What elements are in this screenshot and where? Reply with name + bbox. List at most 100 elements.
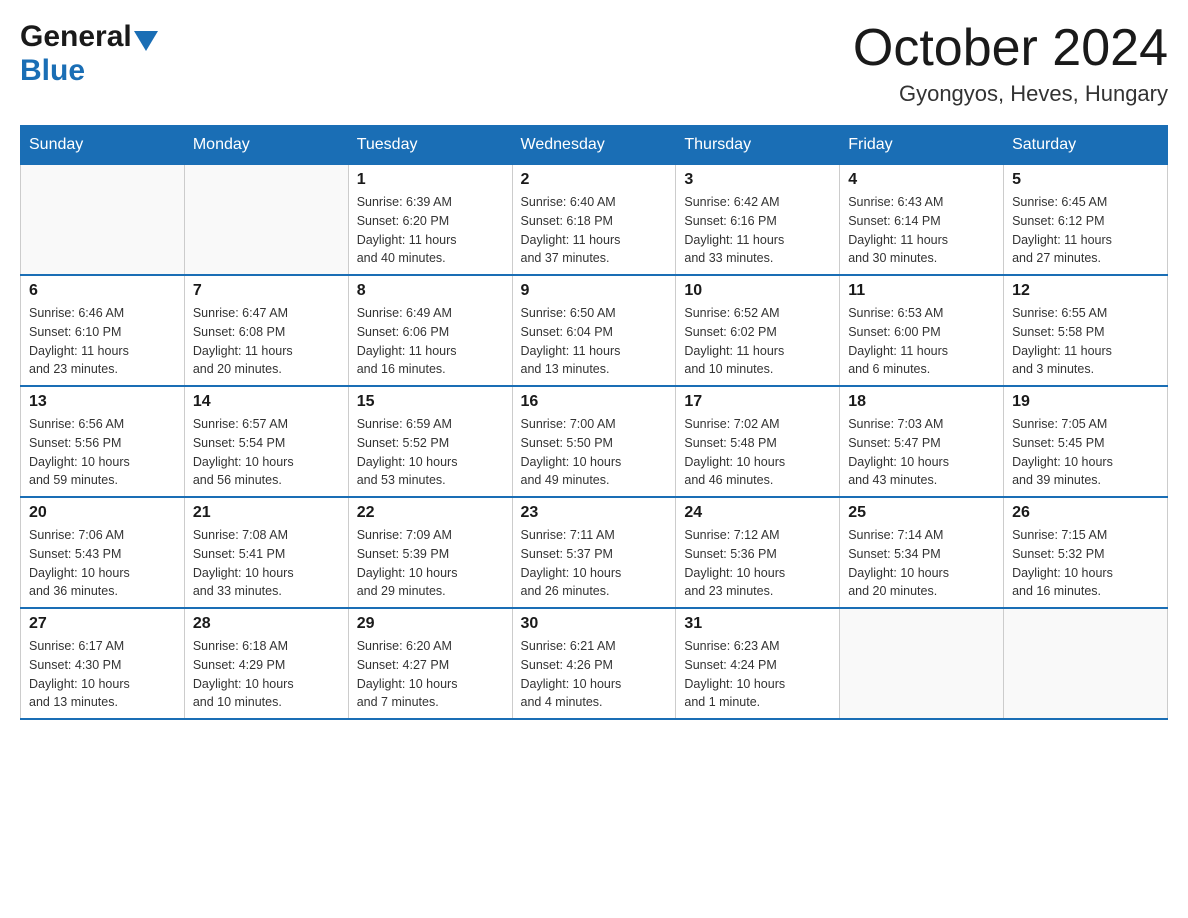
day-cell: 1Sunrise: 6:39 AM Sunset: 6:20 PM Daylig…	[348, 165, 512, 276]
day-cell: 19 Sunrise: 7:05 AM Sunset: 5:45 PM Dayli…	[1004, 386, 1168, 497]
header-cell-saturday: Saturday	[1004, 126, 1168, 165]
day-number: 31	[684, 615, 831, 633]
day-number: 8	[357, 282, 504, 300]
day-cell: 26Sunrise: 7:15 AM Sunset: 5:32 PM Dayli…	[1004, 497, 1168, 608]
page-title: October 2024	[853, 20, 1168, 77]
day-number: 29	[357, 615, 504, 633]
day-info: Sunrise: 6:45 AM Sunset: 6:12 PM Dayligh…	[1012, 193, 1159, 268]
logo: General Blue	[20, 20, 160, 88]
day-number: 19	[1012, 393, 1159, 411]
day-cell: 18 Sunrise: 7:03 AM Sunset: 5:47 PM Dayli…	[840, 386, 1004, 497]
day-number: 21	[193, 504, 340, 522]
week-row-1: 1Sunrise: 6:39 AM Sunset: 6:20 PM Daylig…	[21, 165, 1168, 276]
day-number: 15	[357, 393, 504, 411]
week-row-5: 27 Sunrise: 6:17 AM Sunset: 4:30 PM Dayli…	[21, 608, 1168, 719]
header-cell-friday: Friday	[840, 126, 1004, 165]
day-info: Sunrise: 7:14 AM Sunset: 5:34 PM Dayligh…	[848, 526, 995, 601]
day-number: 23	[521, 504, 668, 522]
day-cell: 8 Sunrise: 6:49 AM Sunset: 6:06 PM Daylig…	[348, 275, 512, 386]
day-info: Sunrise: 7:12 AM Sunset: 5:36 PM Dayligh…	[684, 526, 831, 601]
day-info: Sunrise: 6:50 AM Sunset: 6:04 PM Dayligh…	[521, 304, 668, 379]
day-number: 4	[848, 171, 995, 189]
day-info: Sunrise: 7:05 AM Sunset: 5:45 PM Dayligh…	[1012, 415, 1159, 490]
day-number: 2	[521, 171, 668, 189]
day-info: Sunrise: 6:42 AM Sunset: 6:16 PM Dayligh…	[684, 193, 831, 268]
day-cell: 22 Sunrise: 7:09 AM Sunset: 5:39 PM Dayli…	[348, 497, 512, 608]
day-cell: 6Sunrise: 6:46 AM Sunset: 6:10 PM Daylig…	[21, 275, 185, 386]
calendar-table: SundayMondayTuesdayWednesdayThursdayFrid…	[20, 125, 1168, 720]
day-info: Sunrise: 6:40 AM Sunset: 6:18 PM Dayligh…	[521, 193, 668, 268]
day-number: 1	[357, 171, 504, 189]
day-number: 30	[521, 615, 668, 633]
day-number: 25	[848, 504, 995, 522]
day-info: Sunrise: 7:09 AM Sunset: 5:39 PM Dayligh…	[357, 526, 504, 601]
calendar-body: 1Sunrise: 6:39 AM Sunset: 6:20 PM Daylig…	[21, 165, 1168, 720]
day-cell	[840, 608, 1004, 719]
day-cell: 28 Sunrise: 6:18 AM Sunset: 4:29 PM Dayli…	[184, 608, 348, 719]
week-row-3: 13 Sunrise: 6:56 AM Sunset: 5:56 PM Dayli…	[21, 386, 1168, 497]
header-cell-thursday: Thursday	[676, 126, 840, 165]
day-info: Sunrise: 6:17 AM Sunset: 4:30 PM Dayligh…	[29, 637, 176, 712]
day-number: 18	[848, 393, 995, 411]
day-info: Sunrise: 7:08 AM Sunset: 5:41 PM Dayligh…	[193, 526, 340, 601]
day-cell	[184, 165, 348, 276]
day-number: 10	[684, 282, 831, 300]
day-info: Sunrise: 6:59 AM Sunset: 5:52 PM Dayligh…	[357, 415, 504, 490]
day-cell: 30 Sunrise: 6:21 AM Sunset: 4:26 PM Dayli…	[512, 608, 676, 719]
header-cell-monday: Monday	[184, 126, 348, 165]
day-cell: 27 Sunrise: 6:17 AM Sunset: 4:30 PM Dayli…	[21, 608, 185, 719]
day-cell: 23 Sunrise: 7:11 AM Sunset: 5:37 PM Dayli…	[512, 497, 676, 608]
day-number: 26	[1012, 504, 1159, 522]
day-number: 27	[29, 615, 176, 633]
day-info: Sunrise: 6:52 AM Sunset: 6:02 PM Dayligh…	[684, 304, 831, 379]
day-info: Sunrise: 7:11 AM Sunset: 5:37 PM Dayligh…	[521, 526, 668, 601]
day-info: Sunrise: 6:18 AM Sunset: 4:29 PM Dayligh…	[193, 637, 340, 712]
logo-triangle-icon	[134, 31, 158, 51]
day-cell: 13 Sunrise: 6:56 AM Sunset: 5:56 PM Dayli…	[21, 386, 185, 497]
day-info: Sunrise: 6:47 AM Sunset: 6:08 PM Dayligh…	[193, 304, 340, 379]
day-info: Sunrise: 6:23 AM Sunset: 4:24 PM Dayligh…	[684, 637, 831, 712]
day-info: Sunrise: 6:21 AM Sunset: 4:26 PM Dayligh…	[521, 637, 668, 712]
day-info: Sunrise: 6:20 AM Sunset: 4:27 PM Dayligh…	[357, 637, 504, 712]
week-row-4: 20Sunrise: 7:06 AM Sunset: 5:43 PM Dayli…	[21, 497, 1168, 608]
title-area: October 2024 Gyongyos, Heves, Hungary	[853, 20, 1168, 107]
day-cell: 20Sunrise: 7:06 AM Sunset: 5:43 PM Dayli…	[21, 497, 185, 608]
day-number: 20	[29, 504, 176, 522]
day-info: Sunrise: 6:56 AM Sunset: 5:56 PM Dayligh…	[29, 415, 176, 490]
day-cell: 15 Sunrise: 6:59 AM Sunset: 5:52 PM Dayli…	[348, 386, 512, 497]
day-info: Sunrise: 6:55 AM Sunset: 5:58 PM Dayligh…	[1012, 304, 1159, 379]
day-cell: 4 Sunrise: 6:43 AM Sunset: 6:14 PM Daylig…	[840, 165, 1004, 276]
day-number: 12	[1012, 282, 1159, 300]
day-number: 5	[1012, 171, 1159, 189]
day-info: Sunrise: 6:46 AM Sunset: 6:10 PM Dayligh…	[29, 304, 176, 379]
day-info: Sunrise: 6:53 AM Sunset: 6:00 PM Dayligh…	[848, 304, 995, 379]
day-cell	[1004, 608, 1168, 719]
day-info: Sunrise: 7:03 AM Sunset: 5:47 PM Dayligh…	[848, 415, 995, 490]
calendar-header: SundayMondayTuesdayWednesdayThursdayFrid…	[21, 126, 1168, 165]
logo-blue-text: Blue	[20, 54, 85, 88]
day-cell: 16Sunrise: 7:00 AM Sunset: 5:50 PM Dayli…	[512, 386, 676, 497]
day-cell: 17Sunrise: 7:02 AM Sunset: 5:48 PM Dayli…	[676, 386, 840, 497]
header-cell-sunday: Sunday	[21, 126, 185, 165]
day-info: Sunrise: 7:02 AM Sunset: 5:48 PM Dayligh…	[684, 415, 831, 490]
week-row-2: 6Sunrise: 6:46 AM Sunset: 6:10 PM Daylig…	[21, 275, 1168, 386]
day-cell: 14Sunrise: 6:57 AM Sunset: 5:54 PM Dayli…	[184, 386, 348, 497]
day-info: Sunrise: 6:49 AM Sunset: 6:06 PM Dayligh…	[357, 304, 504, 379]
header-row: SundayMondayTuesdayWednesdayThursdayFrid…	[21, 126, 1168, 165]
logo-general-text: General	[20, 20, 132, 54]
day-number: 7	[193, 282, 340, 300]
day-number: 22	[357, 504, 504, 522]
day-number: 28	[193, 615, 340, 633]
day-number: 13	[29, 393, 176, 411]
day-info: Sunrise: 6:43 AM Sunset: 6:14 PM Dayligh…	[848, 193, 995, 268]
day-info: Sunrise: 6:57 AM Sunset: 5:54 PM Dayligh…	[193, 415, 340, 490]
day-number: 3	[684, 171, 831, 189]
day-cell: 2 Sunrise: 6:40 AM Sunset: 6:18 PM Daylig…	[512, 165, 676, 276]
day-cell: 12 Sunrise: 6:55 AM Sunset: 5:58 PM Dayli…	[1004, 275, 1168, 386]
day-cell: 9Sunrise: 6:50 AM Sunset: 6:04 PM Daylig…	[512, 275, 676, 386]
day-cell: 25 Sunrise: 7:14 AM Sunset: 5:34 PM Dayli…	[840, 497, 1004, 608]
page-header: General Blue October 2024 Gyongyos, Heve…	[20, 20, 1168, 107]
day-cell: 11Sunrise: 6:53 AM Sunset: 6:00 PM Dayli…	[840, 275, 1004, 386]
day-cell: 24Sunrise: 7:12 AM Sunset: 5:36 PM Dayli…	[676, 497, 840, 608]
day-cell: 7 Sunrise: 6:47 AM Sunset: 6:08 PM Daylig…	[184, 275, 348, 386]
